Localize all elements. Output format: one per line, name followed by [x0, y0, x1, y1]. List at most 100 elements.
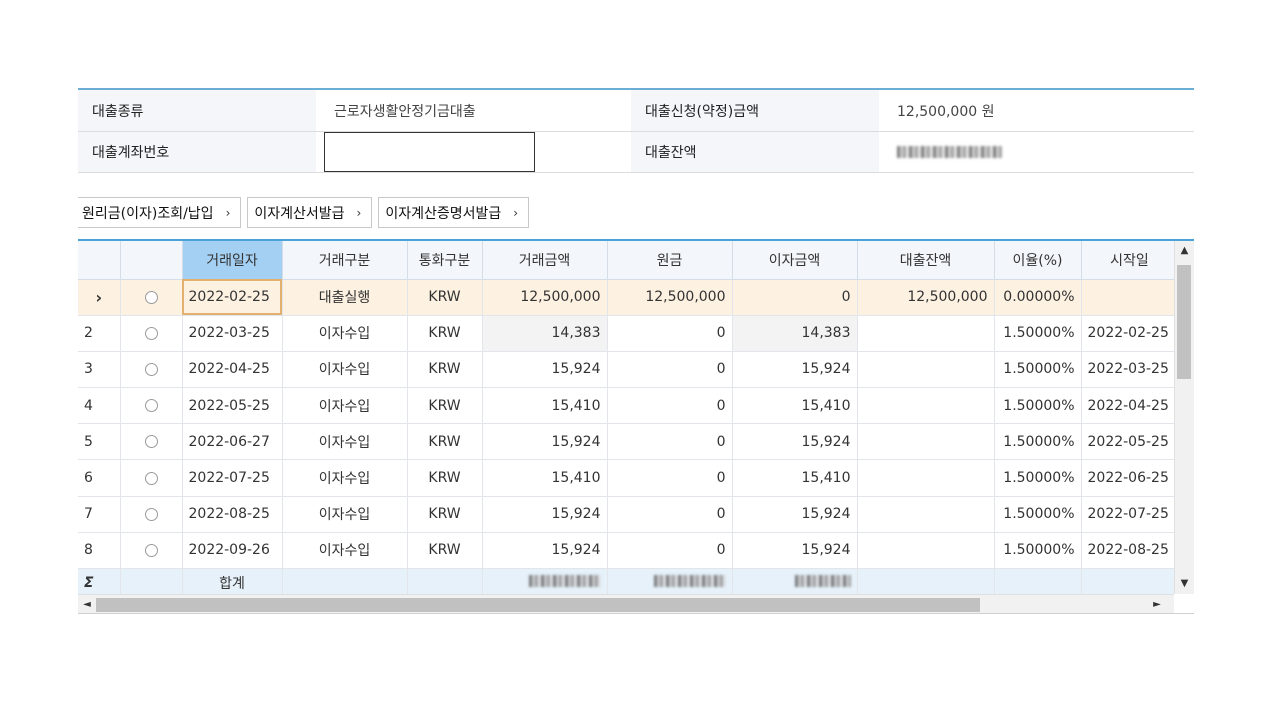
cell-amount[interactable]: 15,924 — [482, 351, 608, 389]
cell-amount[interactable]: 12,500,000 — [482, 279, 608, 316]
cell-start-date[interactable] — [1081, 279, 1174, 316]
interest-certificate-button[interactable]: 이자계산증명서발급 › — [378, 197, 530, 228]
header-date[interactable]: 거래일자 — [182, 241, 283, 280]
cell-rate[interactable]: 1.50000% — [994, 315, 1082, 352]
table-row[interactable]: 7 2022-08-25 이자수입 KRW 15,924 0 15,924 1.… — [78, 496, 1174, 533]
cell-date[interactable]: 2022-07-25 — [182, 459, 283, 497]
row-radio[interactable] — [120, 387, 183, 425]
cell-type[interactable]: 대출실행 — [282, 279, 408, 316]
cell-date[interactable]: 2022-04-25 — [182, 351, 283, 389]
scroll-left-icon[interactable]: ◄ — [78, 595, 96, 613]
cell-date[interactable]: 2022-03-25 — [182, 315, 283, 352]
header-balance[interactable]: 대출잔액 — [857, 241, 995, 280]
cell-balance[interactable] — [857, 423, 995, 461]
horizontal-scroll-thumb[interactable] — [96, 598, 980, 612]
cell-start-date[interactable]: 2022-06-25 — [1081, 459, 1174, 497]
table-row[interactable]: 8 2022-09-26 이자수입 KRW 15,924 0 15,924 1.… — [78, 532, 1174, 570]
cell-type[interactable]: 이자수입 — [282, 351, 408, 389]
cell-type[interactable]: 이자수입 — [282, 532, 408, 570]
scroll-down-icon[interactable]: ▼ — [1175, 574, 1194, 594]
header-type[interactable]: 거래구분 — [282, 241, 408, 280]
cell-interest[interactable]: 15,924 — [732, 532, 858, 570]
table-row[interactable]: › 2022-02-25 대출실행 KRW 12,500,000 12,500,… — [78, 279, 1174, 316]
header-amount[interactable]: 거래금액 — [482, 241, 608, 280]
cell-balance[interactable] — [857, 315, 995, 352]
cell-start-date[interactable]: 2022-08-25 — [1081, 532, 1174, 570]
vertical-scroll-thumb[interactable] — [1177, 265, 1191, 379]
cell-rate[interactable]: 0.00000% — [994, 279, 1082, 316]
horizontal-scrollbar[interactable]: ◄ ► — [78, 594, 1174, 613]
cell-interest[interactable]: 0 — [732, 279, 858, 316]
cell-start-date[interactable]: 2022-05-25 — [1081, 423, 1174, 461]
cell-amount[interactable]: 15,924 — [482, 496, 608, 533]
cell-interest[interactable]: 15,924 — [732, 351, 858, 389]
header-currency[interactable]: 통화구분 — [407, 241, 483, 280]
header-start-date[interactable]: 시작일 — [1081, 241, 1174, 280]
cell-type[interactable]: 이자수입 — [282, 423, 408, 461]
cell-principal[interactable]: 0 — [607, 459, 733, 497]
table-row[interactable]: 4 2022-05-25 이자수입 KRW 15,410 0 15,410 1.… — [78, 387, 1174, 425]
cell-principal[interactable]: 0 — [607, 423, 733, 461]
cell-date[interactable]: 2022-08-25 — [182, 496, 283, 533]
row-radio[interactable] — [120, 532, 183, 570]
cell-type[interactable]: 이자수입 — [282, 496, 408, 533]
cell-balance[interactable]: 12,500,000 — [857, 279, 995, 316]
cell-date[interactable]: 2022-05-25 — [182, 387, 283, 425]
table-row[interactable]: 6 2022-07-25 이자수입 KRW 15,410 0 15,410 1.… — [78, 459, 1174, 497]
cell-interest[interactable]: 15,924 — [732, 423, 858, 461]
row-radio[interactable] — [120, 315, 183, 352]
cell-currency[interactable]: KRW — [407, 279, 483, 316]
cell-type[interactable]: 이자수입 — [282, 459, 408, 497]
row-radio[interactable] — [120, 423, 183, 461]
cell-balance[interactable] — [857, 351, 995, 389]
header-interest[interactable]: 이자금액 — [732, 241, 858, 280]
cell-rate[interactable]: 1.50000% — [994, 532, 1082, 570]
cell-amount[interactable]: 15,924 — [482, 532, 608, 570]
cell-principal[interactable]: 0 — [607, 496, 733, 533]
cell-currency[interactable]: KRW — [407, 387, 483, 425]
table-row[interactable]: 3 2022-04-25 이자수입 KRW 15,924 0 15,924 1.… — [78, 351, 1174, 389]
cell-principal[interactable]: 0 — [607, 387, 733, 425]
cell-interest[interactable]: 14,383 — [732, 315, 858, 352]
cell-rate[interactable]: 1.50000% — [994, 423, 1082, 461]
cell-balance[interactable] — [857, 532, 995, 570]
cell-start-date[interactable]: 2022-04-25 — [1081, 387, 1174, 425]
cell-amount[interactable]: 14,383 — [482, 315, 608, 352]
scroll-right-icon[interactable]: ► — [1148, 595, 1166, 613]
cell-type[interactable]: 이자수입 — [282, 387, 408, 425]
row-radio[interactable] — [120, 351, 183, 389]
cell-interest[interactable]: 15,410 — [732, 459, 858, 497]
cell-principal[interactable]: 0 — [607, 532, 733, 570]
row-radio[interactable] — [120, 459, 183, 497]
cell-balance[interactable] — [857, 387, 995, 425]
interest-statement-button[interactable]: 이자계산서발급 › — [247, 197, 373, 228]
cell-currency[interactable]: KRW — [407, 423, 483, 461]
cell-principal[interactable]: 12,500,000 — [607, 279, 733, 316]
cell-amount[interactable]: 15,410 — [482, 387, 608, 425]
cell-balance[interactable] — [857, 459, 995, 497]
cell-currency[interactable]: KRW — [407, 315, 483, 352]
cell-balance[interactable] — [857, 496, 995, 533]
cell-date[interactable]: 2022-02-25 — [182, 279, 283, 316]
header-rate[interactable]: 이율(%) — [994, 241, 1082, 280]
cell-currency[interactable]: KRW — [407, 459, 483, 497]
vertical-scrollbar[interactable]: ▲ ▼ — [1174, 241, 1194, 594]
cell-start-date[interactable]: 2022-02-25 — [1081, 315, 1174, 352]
cell-principal[interactable]: 0 — [607, 315, 733, 352]
cell-interest[interactable]: 15,924 — [732, 496, 858, 533]
cell-start-date[interactable]: 2022-03-25 — [1081, 351, 1174, 389]
principal-inquiry-button[interactable]: 원리금(이자)조회/납입 › — [78, 197, 242, 228]
table-row[interactable]: 2 2022-03-25 이자수입 KRW 14,383 0 14,383 1.… — [78, 315, 1174, 352]
cell-date[interactable]: 2022-09-26 — [182, 532, 283, 570]
cell-rate[interactable]: 1.50000% — [994, 387, 1082, 425]
cell-date[interactable]: 2022-06-27 — [182, 423, 283, 461]
scroll-up-icon[interactable]: ▲ — [1175, 241, 1194, 261]
cell-rate[interactable]: 1.50000% — [994, 496, 1082, 533]
cell-type[interactable]: 이자수입 — [282, 315, 408, 352]
cell-currency[interactable]: KRW — [407, 496, 483, 533]
cell-principal[interactable]: 0 — [607, 351, 733, 389]
cell-rate[interactable]: 1.50000% — [994, 459, 1082, 497]
row-radio[interactable] — [120, 496, 183, 533]
table-row[interactable]: 5 2022-06-27 이자수입 KRW 15,924 0 15,924 1.… — [78, 423, 1174, 461]
cell-amount[interactable]: 15,410 — [482, 459, 608, 497]
